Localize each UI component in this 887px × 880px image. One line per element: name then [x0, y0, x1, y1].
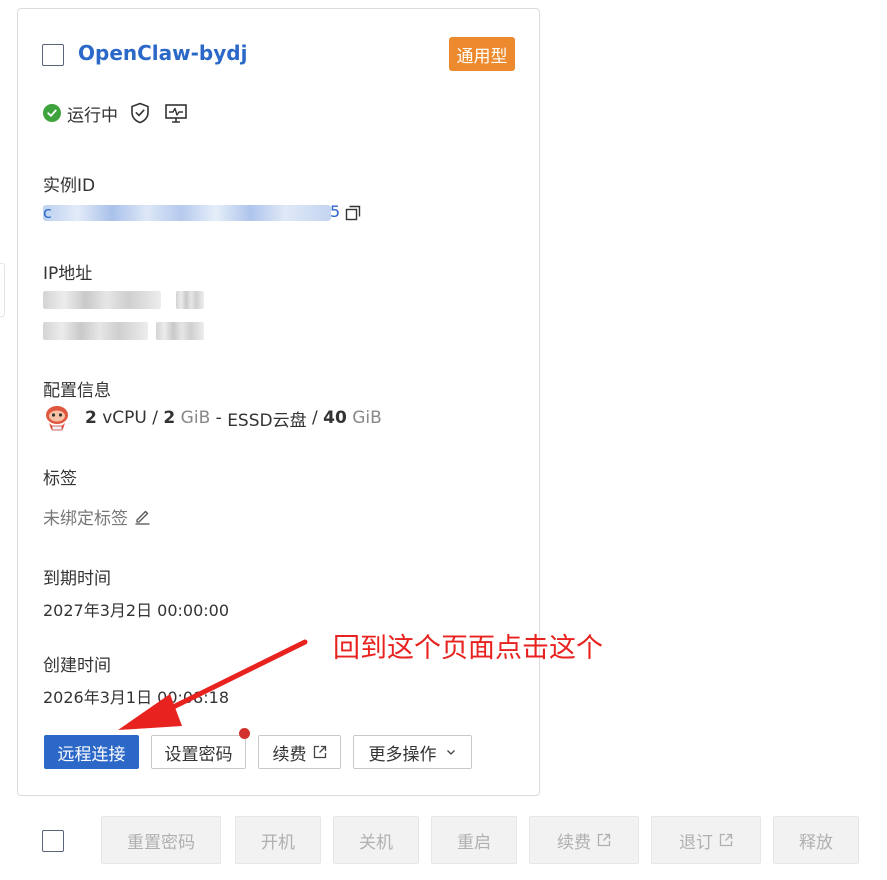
config-sep-3: /	[312, 408, 318, 428]
status-text: 运行中	[67, 105, 118, 126]
instance-type-badge: 通用型	[449, 37, 515, 71]
cpu-count: 2	[85, 408, 97, 428]
collapsed-panel-edge	[0, 263, 5, 317]
config-sep-2: -	[215, 408, 222, 428]
disk-type: ESSD云盘	[227, 410, 307, 431]
config-sep-1: /	[152, 408, 159, 428]
external-link-icon	[597, 833, 611, 847]
bulk-stop-button[interactable]: 关机	[333, 816, 419, 864]
edit-icon[interactable]	[134, 508, 151, 525]
cpu-unit: vCPU	[102, 408, 147, 428]
remote-connect-button[interactable]: 远程连接	[44, 735, 139, 769]
bulk-unsubscribe-button[interactable]: 退订	[651, 816, 761, 864]
created-label: 创建时间	[43, 656, 111, 676]
renew-label: 续费	[272, 744, 307, 765]
memory-unit: GiB	[180, 408, 211, 428]
ip-private-redacted	[43, 322, 148, 340]
tag-label: 标签	[43, 469, 77, 489]
instance-id-value-redacted	[43, 205, 331, 221]
bulk-start-button[interactable]: 开机	[235, 816, 321, 864]
ip-public-tag-redacted	[176, 291, 204, 309]
chevron-down-icon	[446, 750, 455, 755]
expire-value: 2027年3月2日 00:00:00	[43, 601, 230, 620]
status-row: 运行中	[43, 101, 188, 126]
copy-icon[interactable]	[345, 205, 361, 221]
bulk-renew-label: 续费	[557, 832, 591, 853]
instance-checkbox[interactable]	[42, 44, 64, 66]
external-link-icon	[313, 745, 326, 759]
more-actions-label: 更多操作	[368, 744, 437, 765]
instance-id-label: 实例ID	[43, 176, 96, 196]
bulk-restart-button[interactable]: 重启	[431, 816, 517, 864]
annotation-text: 回到这个页面点击这个	[333, 633, 603, 664]
config-label: 配置信息	[43, 381, 111, 401]
bulk-action-bar: 重置密码 开机 关机 重启 续费 退订 释放	[0, 810, 887, 870]
tag-value-text: 未绑定标签	[43, 509, 128, 529]
instance-id-suffix: 5	[330, 202, 341, 221]
config-value: 2 vCPU / 2 GiB - ESSD云盘 / 40 GiB	[43, 405, 382, 431]
more-actions-dropdown[interactable]: 更多操作	[353, 735, 472, 769]
tag-value[interactable]: 未绑定标签	[43, 504, 151, 529]
ip-private-tag-redacted	[156, 322, 204, 340]
check-circle-icon	[43, 104, 61, 122]
os-icon	[46, 406, 68, 431]
ip-public-redacted	[43, 291, 161, 309]
bulk-renew-button[interactable]: 续费	[529, 816, 639, 864]
bulk-unsubscribe-label: 退订	[679, 832, 713, 853]
renew-button[interactable]: 续费	[258, 735, 341, 769]
disk-unit: GiB	[352, 408, 382, 428]
monitor-icon[interactable]	[164, 102, 188, 124]
bulk-reset-password-button[interactable]: 重置密码	[101, 816, 221, 864]
memory-size: 2	[163, 408, 176, 428]
instance-name-link[interactable]: OpenClaw-bydj	[78, 41, 247, 65]
shield-check-icon[interactable]	[130, 102, 150, 124]
expire-label: 到期时间	[43, 569, 111, 589]
disk-size: 40	[323, 408, 347, 428]
select-all-checkbox[interactable]	[42, 830, 64, 852]
external-link-icon	[719, 833, 733, 847]
bulk-release-button[interactable]: 释放	[773, 816, 859, 864]
ip-label: IP地址	[43, 264, 93, 284]
annotation-arrow-icon	[118, 639, 308, 730]
set-password-button[interactable]: 设置密码	[151, 735, 246, 769]
instance-id-prefix: c	[43, 203, 52, 222]
